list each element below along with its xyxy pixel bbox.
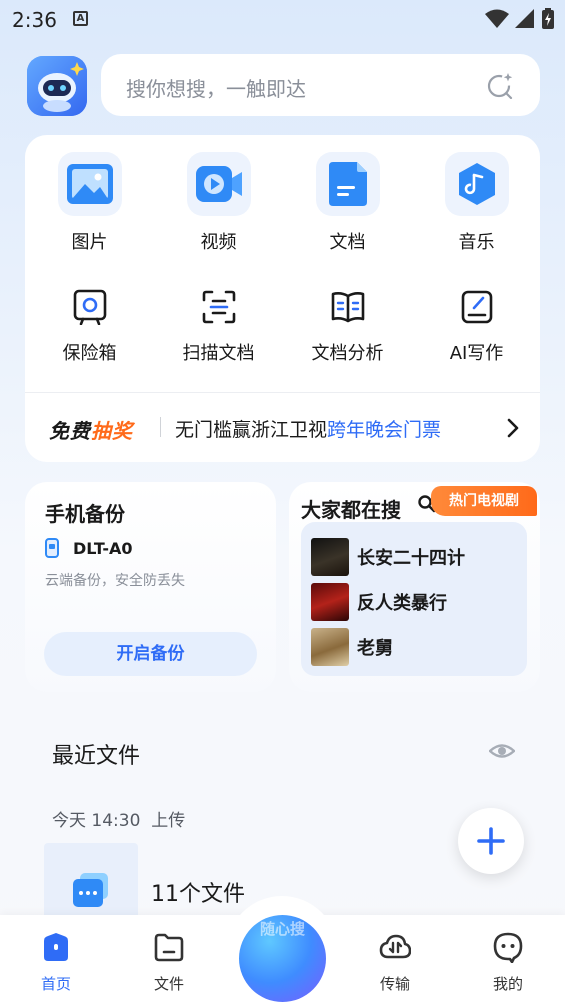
tool-label: 文档 — [329, 232, 366, 253]
hot-item-name: 老舅 — [357, 637, 393, 659]
signal-icon — [515, 9, 534, 28]
hot-tv-badge: 热门电视剧 — [431, 486, 537, 516]
wifi-icon — [485, 9, 509, 28]
home-icon — [44, 933, 68, 961]
hot-item[interactable]: 反人类暴行 — [311, 579, 517, 624]
tool-safe[interactable]: 保险箱 — [25, 287, 154, 365]
poster-thumbnail — [311, 537, 349, 576]
tool-images[interactable]: 图片 — [25, 152, 154, 254]
book-icon — [328, 287, 368, 327]
tool-doc-analysis[interactable]: 文档分析 — [283, 287, 412, 365]
tool-label: 音乐 — [458, 232, 495, 253]
eye-icon[interactable] — [489, 739, 515, 763]
tool-documents[interactable]: 文档 — [283, 152, 412, 254]
status-bar: 2:36 A — [0, 0, 565, 38]
robot-avatar[interactable] — [27, 56, 87, 116]
backup-subtitle: 云端备份，安全防丢失 — [45, 573, 185, 589]
tool-label: 保险箱 — [62, 343, 117, 364]
cloud-transfer-icon — [379, 934, 412, 959]
promo-main-text: 无门槛赢浙江卫视 — [175, 419, 328, 441]
tool-ai-writing[interactable]: AI写作 — [412, 287, 541, 365]
recent-files-title: 最近文件 — [52, 744, 141, 769]
phone-icon — [45, 538, 59, 558]
document-icon — [315, 152, 380, 216]
backup-device: DLT-A0 — [45, 538, 133, 558]
backup-title: 手机备份 — [45, 502, 125, 526]
ai-search-icon[interactable] — [486, 71, 514, 99]
tools-card: 图片 视频 文档 音乐 保险箱 扫描文档 文档分析 AI写作 免费抽奖 无门槛赢… — [25, 135, 540, 462]
hot-item-name: 反人类暴行 — [357, 592, 447, 614]
recent-time: 今天 14:30 上传 — [52, 806, 185, 831]
chevron-right-icon[interactable] — [506, 417, 520, 439]
status-time: 2:36 — [12, 8, 57, 32]
nav-home[interactable]: 首页 — [16, 931, 96, 994]
plus-icon — [477, 827, 505, 855]
promo-tag-lottery: 抽奖 — [91, 419, 133, 443]
robot-icon — [27, 56, 87, 116]
nav-transfer[interactable]: 传输 — [355, 931, 435, 994]
recent-action: 上传 — [151, 811, 186, 831]
hot-title: 大家都在搜 — [301, 498, 401, 522]
image-icon — [57, 152, 122, 216]
promo-banner[interactable]: 免费抽奖 无门槛赢浙江卫视跨年晚会门票 — [25, 393, 540, 462]
search-bar[interactable]: 搜你想搜，一触即达 — [101, 54, 540, 116]
nav-files-label: 文件 — [153, 975, 184, 993]
poster-thumbnail — [311, 627, 349, 666]
hot-item[interactable]: 长安二十四计 — [311, 534, 517, 579]
hot-item-name: 长安二十四计 — [357, 547, 465, 569]
tool-videos[interactable]: 视频 — [154, 152, 283, 254]
backup-card: 手机备份 DLT-A0 云端备份，安全防丢失 开启备份 — [25, 482, 276, 692]
tool-music[interactable]: 音乐 — [412, 152, 541, 254]
promo-separator — [160, 417, 161, 437]
profile-icon — [493, 932, 523, 964]
hot-list: 长安二十四计 反人类暴行 老舅 — [301, 522, 527, 676]
promo-tag: 免费抽奖 — [49, 415, 133, 444]
status-icons — [485, 8, 555, 30]
nav-transfer-label: 传输 — [379, 975, 410, 993]
promo-text: 无门槛赢浙江卫视跨年晚会门票 — [175, 415, 441, 442]
tool-scan[interactable]: 扫描文档 — [154, 287, 283, 365]
battery-icon — [542, 8, 554, 29]
folder-icon — [154, 933, 184, 962]
nav-files[interactable]: 文件 — [129, 931, 209, 994]
hot-search-card: 大家都在搜 热门电视剧 长安二十四计 反人类暴行 老舅 — [289, 482, 540, 692]
promo-tag-free: 免费 — [49, 419, 91, 443]
promo-link[interactable]: 跨年晚会门票 — [327, 419, 441, 441]
add-button[interactable] — [458, 808, 524, 874]
device-name: DLT-A0 — [73, 538, 133, 558]
nav-mine-label: 我的 — [492, 975, 523, 993]
start-backup-button[interactable]: 开启备份 — [44, 632, 257, 676]
notification-a-icon: A — [73, 11, 88, 26]
safe-icon — [70, 287, 110, 327]
scan-icon — [199, 287, 239, 327]
tool-label: 扫描文档 — [182, 343, 255, 364]
nav-mine[interactable]: 我的 — [468, 931, 548, 994]
music-icon — [444, 152, 509, 216]
tool-label: 视频 — [200, 232, 237, 253]
video-icon — [186, 152, 251, 216]
file-count[interactable]: 11个文件 — [151, 876, 245, 908]
smart-search-label: 随心搜 — [259, 920, 305, 938]
tool-label: AI写作 — [449, 343, 504, 364]
poster-thumbnail — [311, 582, 349, 621]
file-group-thumbnail[interactable] — [44, 843, 138, 923]
search-placeholder: 搜你想搜，一触即达 — [126, 77, 306, 101]
tool-label: 文档分析 — [311, 343, 384, 364]
nav-home-label: 首页 — [40, 975, 71, 993]
hot-item[interactable]: 老舅 — [311, 624, 517, 669]
tool-label: 图片 — [71, 232, 108, 253]
recent-timestamp: 今天 14:30 — [52, 811, 141, 831]
write-icon — [457, 287, 497, 327]
chat-file-icon — [73, 873, 108, 907]
